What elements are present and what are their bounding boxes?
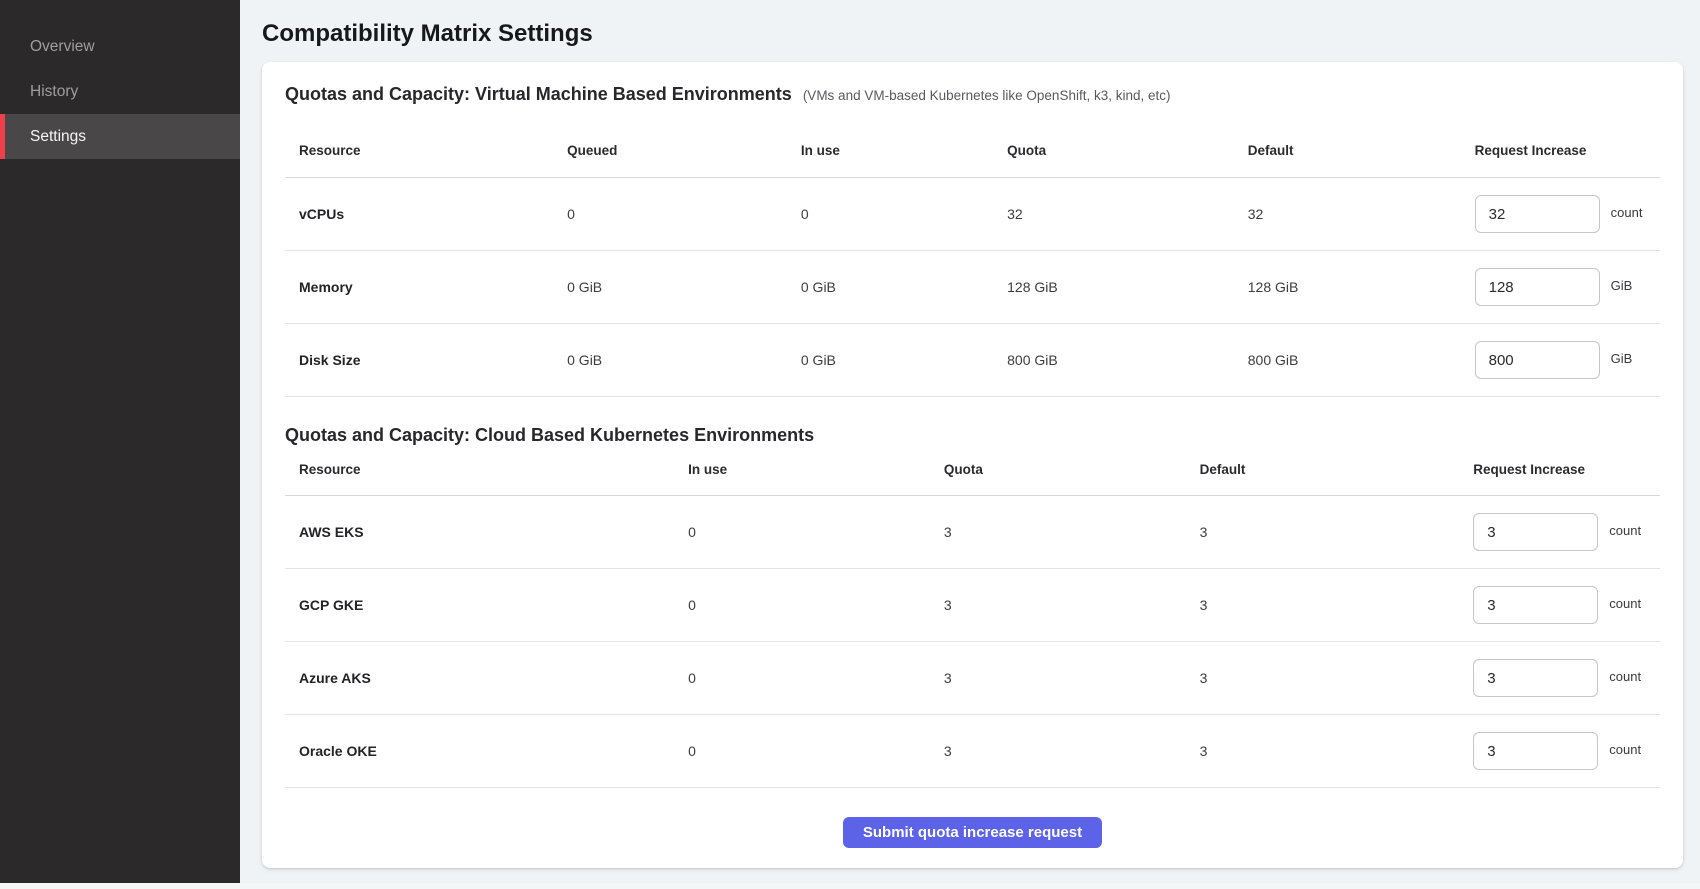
resource-name: GCP GKE — [285, 569, 674, 642]
default-value: 32 — [1234, 178, 1461, 251]
table-row-disk-size: Disk Size 0 GiB 0 GiB 800 GiB 800 GiB Gi… — [285, 324, 1660, 397]
resource-name: Azure AKS — [285, 642, 674, 715]
table-row-memory: Memory 0 GiB 0 GiB 128 GiB 128 GiB GiB — [285, 251, 1660, 324]
resource-name: AWS EKS — [285, 496, 674, 569]
table-row-oracle-oke: Oracle OKE 0 3 3 count — [285, 715, 1660, 788]
submit-row: Submit quota increase request — [285, 788, 1660, 848]
cloud-table-header-row: Resource In use Quota Default Request In… — [285, 447, 1660, 496]
unit-label: count — [1609, 742, 1641, 757]
default-value: 800 GiB — [1234, 324, 1461, 397]
gcp-gke-request-input[interactable] — [1473, 586, 1598, 624]
column-header-queued: Queued — [553, 108, 787, 178]
settings-card: Quotas and Capacity: Virtual Machine Bas… — [262, 62, 1683, 868]
column-header-request-increase: Request Increase — [1461, 108, 1660, 178]
disk-size-request-input[interactable] — [1475, 341, 1600, 379]
table-row-aws-eks: AWS EKS 0 3 3 count — [285, 496, 1660, 569]
vm-section-title-text: Quotas and Capacity: Virtual Machine Bas… — [285, 84, 792, 104]
column-header-resource: Resource — [285, 108, 553, 178]
request-increase-cell: count — [1459, 496, 1660, 569]
request-increase-cell: count — [1459, 569, 1660, 642]
sidebar-item-settings[interactable]: Settings — [0, 114, 240, 159]
page-title: Compatibility Matrix Settings — [262, 0, 1683, 50]
resource-name: Memory — [285, 251, 553, 324]
default-value: 3 — [1186, 569, 1460, 642]
column-header-quota: Quota — [930, 447, 1186, 496]
in-use-value: 0 — [787, 178, 993, 251]
horizontal-scrollbar-track[interactable] — [0, 883, 1700, 889]
table-row-vcpus: vCPUs 0 0 32 32 count — [285, 178, 1660, 251]
table-row-gcp-gke: GCP GKE 0 3 3 count — [285, 569, 1660, 642]
request-increase-cell: count — [1461, 178, 1660, 251]
column-header-default: Default — [1234, 108, 1461, 178]
quota-value: 800 GiB — [993, 324, 1234, 397]
default-value: 3 — [1186, 715, 1460, 788]
queued-value: 0 GiB — [553, 324, 787, 397]
quota-value: 3 — [930, 496, 1186, 569]
memory-request-input[interactable] — [1475, 268, 1600, 306]
queued-value: 0 GiB — [553, 251, 787, 324]
in-use-value: 0 — [674, 569, 930, 642]
default-value: 3 — [1186, 496, 1460, 569]
table-row-azure-aks: Azure AKS 0 3 3 count — [285, 642, 1660, 715]
default-value: 128 GiB — [1234, 251, 1461, 324]
resource-name: Oracle OKE — [285, 715, 674, 788]
request-increase-cell: count — [1459, 715, 1660, 788]
sidebar-item-history[interactable]: History — [0, 69, 240, 114]
vcpus-request-input[interactable] — [1475, 195, 1600, 233]
quota-value: 32 — [993, 178, 1234, 251]
unit-label: GiB — [1611, 278, 1633, 293]
unit-label: count — [1611, 205, 1643, 220]
default-value: 3 — [1186, 642, 1460, 715]
request-increase-cell: GiB — [1461, 251, 1660, 324]
oracle-oke-request-input[interactable] — [1473, 732, 1598, 770]
resource-name: vCPUs — [285, 178, 553, 251]
vm-section-title: Quotas and Capacity: Virtual Machine Bas… — [285, 82, 1660, 108]
sidebar-item-overview[interactable]: Overview — [0, 24, 240, 69]
request-increase-cell: GiB — [1461, 324, 1660, 397]
app-window: Overview History Settings Compatibility … — [0, 0, 1700, 889]
sidebar: Overview History Settings — [0, 0, 240, 889]
vm-quota-table: Resource Queued In use Quota Default Req… — [285, 108, 1660, 397]
queued-value: 0 — [553, 178, 787, 251]
column-header-quota: Quota — [993, 108, 1234, 178]
azure-aks-request-input[interactable] — [1473, 659, 1598, 697]
vm-table-header-row: Resource Queued In use Quota Default Req… — [285, 108, 1660, 178]
quota-value: 3 — [930, 569, 1186, 642]
unit-label: GiB — [1611, 351, 1633, 366]
unit-label: count — [1609, 523, 1641, 538]
in-use-value: 0 — [674, 642, 930, 715]
resource-name: Disk Size — [285, 324, 553, 397]
in-use-value: 0 GiB — [787, 251, 993, 324]
column-header-in-use: In use — [787, 108, 993, 178]
column-header-in-use: In use — [674, 447, 930, 496]
column-header-default: Default — [1186, 447, 1460, 496]
quota-value: 3 — [930, 642, 1186, 715]
sidebar-nav: Overview History Settings — [0, 24, 240, 159]
main-content: Compatibility Matrix Settings Quotas and… — [240, 0, 1700, 889]
quota-value: 128 GiB — [993, 251, 1234, 324]
quota-value: 3 — [930, 715, 1186, 788]
cloud-section-title: Quotas and Capacity: Cloud Based Kuberne… — [285, 423, 1660, 447]
in-use-value: 0 — [674, 715, 930, 788]
vm-section-subtitle: (VMs and VM-based Kubernetes like OpenSh… — [803, 88, 1171, 103]
submit-quota-button[interactable]: Submit quota increase request — [843, 817, 1102, 848]
cloud-quota-table: Resource In use Quota Default Request In… — [285, 447, 1660, 788]
in-use-value: 0 GiB — [787, 324, 993, 397]
column-header-resource: Resource — [285, 447, 674, 496]
request-increase-cell: count — [1459, 642, 1660, 715]
unit-label: count — [1609, 596, 1641, 611]
in-use-value: 0 — [674, 496, 930, 569]
column-header-request-increase: Request Increase — [1459, 447, 1660, 496]
unit-label: count — [1609, 669, 1641, 684]
aws-eks-request-input[interactable] — [1473, 513, 1598, 551]
